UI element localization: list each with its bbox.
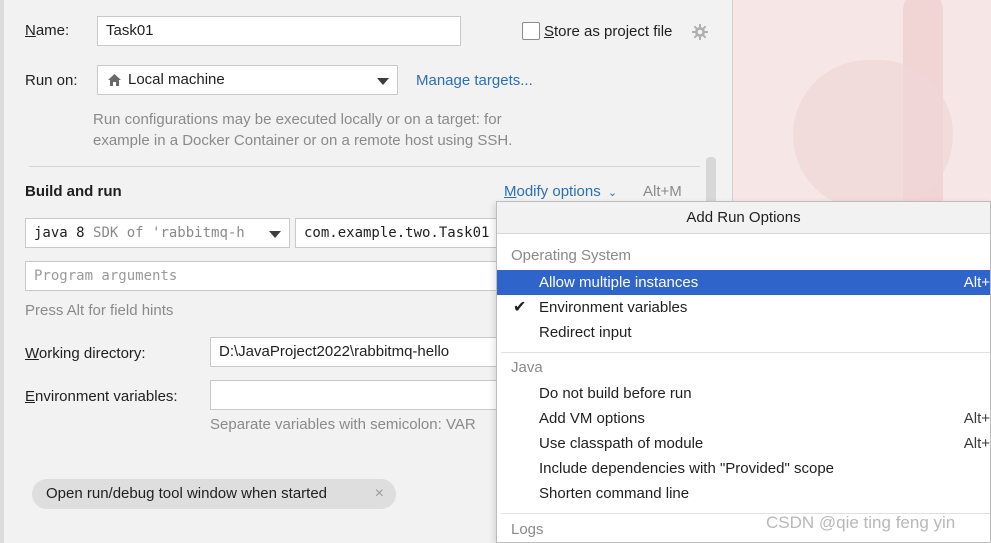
run-on-value: Local machine [128,71,225,88]
build-and-run-heading: Build and run [25,183,122,200]
run-on-hint-line-2: example in a Docker Container or on a re… [93,132,513,149]
option-add-vm-options[interactable]: Add VM options Alt+ [497,406,990,431]
option-shorten-command-line[interactable]: Shorten command line [497,481,990,506]
chevron-down-icon: ⌄ [607,187,618,199]
gear-icon[interactable] [691,23,709,41]
program-arguments-field[interactable]: Program arguments [25,261,503,291]
open-tool-window-label: Open run/debug tool window when started [46,485,328,502]
chevron-down-icon [377,78,389,85]
run-on-select[interactable]: Local machine [97,65,398,95]
manage-targets-link[interactable]: Manage targets... [416,72,533,89]
jre-version: java 8 [34,225,85,241]
main-class-field[interactable]: com.example.two.Task01 [295,218,505,248]
environment-variables-hint: Separate variables with semicolon: VAR [210,416,476,433]
option-include-provided-dependencies[interactable]: Include dependencies with "Provided" sco… [497,456,990,481]
option-do-not-build[interactable]: Do not build before run [497,381,990,406]
store-as-project-file-label[interactable]: Store as project file [544,23,672,40]
chevron-down-icon [269,231,281,238]
environment-variables-label: Environment variables: [25,388,178,405]
run-on-label: Run on: [25,72,78,89]
add-run-options-popup: Add Run Options Operating System Allow m… [496,201,991,543]
home-icon [108,74,121,86]
modify-options-shortcut: Alt+M [643,183,682,200]
name-field[interactable]: Task01 [97,16,461,46]
popup-title: Add Run Options [497,202,990,234]
name-label: Name: [25,22,70,39]
environment-variables-field[interactable] [210,380,505,410]
background-decoration [793,60,953,210]
jre-select[interactable]: java 8 SDK of 'rabbitmq-h [25,218,290,248]
field-hints-text: Press Alt for field hints [25,302,174,319]
run-on-hint-line-1: Run configurations may be executed local… [93,111,502,128]
open-tool-window-chip[interactable]: Open run/debug tool window when started … [32,479,396,509]
modify-options-link[interactable]: Modify options ⌄ [504,183,617,200]
option-use-classpath-of-module[interactable]: Use classpath of module Alt+ [497,431,990,456]
option-allow-multiple-instances[interactable]: Allow multiple instances Alt+ [497,270,990,295]
group-operating-system: Operating System [511,247,632,264]
close-icon[interactable]: × [375,479,384,509]
working-directory-field[interactable]: D:\JavaProject2022\rabbitmq-hello [210,337,505,367]
option-environment-variables[interactable]: ✔ Environment variables [497,295,990,320]
watermark-text: CSDN @qie ting feng yin [766,513,956,532]
working-directory-label: Working directory: [25,345,146,362]
store-as-project-file-checkbox[interactable] [522,22,540,40]
checkmark-icon: ✔ [513,299,527,316]
group-logs: Logs [511,521,544,538]
section-divider [29,166,700,167]
option-redirect-input[interactable]: Redirect input [497,320,990,345]
group-separator [501,352,990,353]
group-java: Java [511,359,543,376]
jre-sdk-source: SDK of 'rabbitmq-h [93,225,245,241]
